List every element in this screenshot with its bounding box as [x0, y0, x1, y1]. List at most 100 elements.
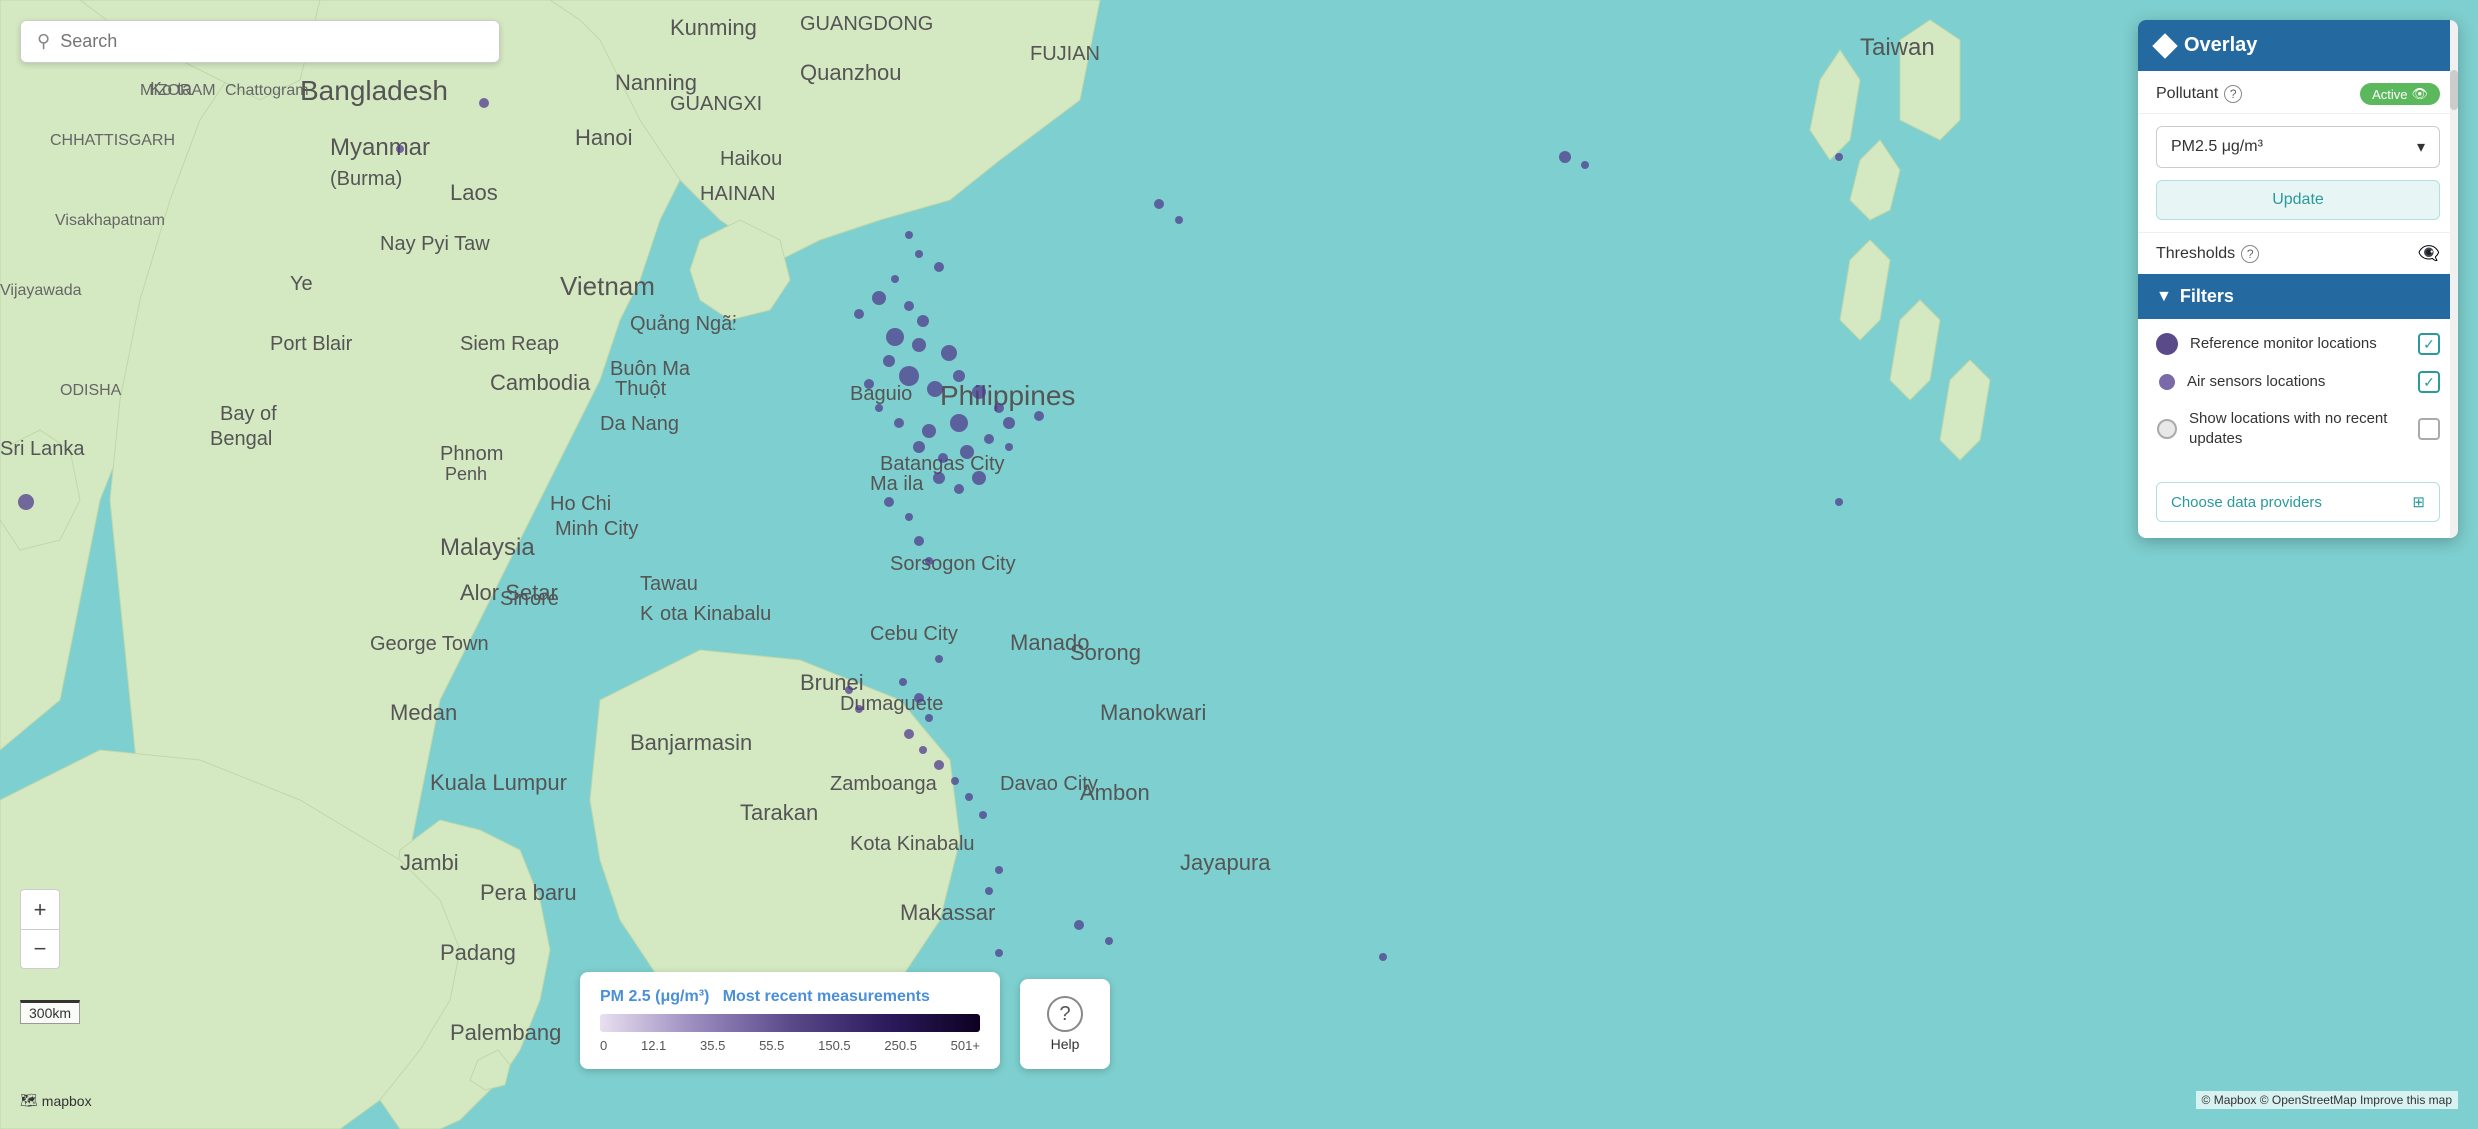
svg-text:Phnom: Phnom [440, 443, 503, 465]
svg-text:Vietnam: Vietnam [560, 271, 655, 301]
pollutant-help-icon[interactable]: ? [2224, 85, 2242, 103]
choose-providers-icon: ⊞ [2412, 493, 2425, 511]
overlay-title: Overlay [2184, 34, 2257, 57]
svg-text:Tarakan: Tarakan [740, 800, 818, 825]
svg-text:Nay Pyi Taw: Nay Pyi Taw [380, 233, 490, 255]
svg-text:Sri Lanka: Sri Lanka [0, 438, 85, 460]
legend-val-6: 501+ [951, 1038, 980, 1053]
svg-text:Jayapura: Jayapura [1180, 850, 1271, 875]
zoom-out-button[interactable]: − [20, 929, 60, 969]
svg-text:Baguio: Baguio [850, 383, 912, 405]
help-button[interactable]: ? Help [1020, 979, 1110, 1069]
svg-text:Siem Reap: Siem Reap [460, 333, 559, 355]
scroll-thumb [2450, 70, 2458, 110]
air-sensors-checkbox[interactable]: ✓ [2418, 371, 2440, 393]
filter-air-sensors-label: Air sensors locations [2187, 372, 2406, 392]
dropdown-arrow-icon: ▾ [2417, 137, 2425, 157]
active-badge-label: Active [2372, 87, 2407, 102]
svg-text:Quanzhou: Quanzhou [800, 60, 902, 85]
filter-reference-monitor-label: Reference monitor locations [2190, 334, 2406, 354]
svg-text:Kota Kinabalu: Kota Kinabalu [640, 603, 771, 625]
svg-text:Malaysia: Malaysia [440, 534, 535, 561]
pm25-dropdown[interactable]: PM2.5 μg/m³ ▾ [2156, 126, 2440, 168]
svg-text:Minh City: Minh City [555, 518, 638, 540]
help-circle-icon: ? [1047, 996, 1083, 1032]
svg-text:Sea: Sea [1180, 245, 1230, 276]
svg-text:CHHATTISGARH: CHHATTISGARH [50, 132, 175, 149]
svg-text:Pera baru: Pera baru [480, 880, 577, 905]
svg-text:ore: ore [530, 588, 559, 610]
svg-text:George Town: George Town [370, 633, 489, 655]
legend-val-0: 0 [600, 1038, 607, 1053]
svg-text:Nanning: Nanning [615, 70, 697, 95]
active-badge: Active 👁 [2360, 83, 2440, 105]
map[interactable]: Bangladesh Myanmar (Burma) Laos Vietnam … [0, 0, 2478, 1129]
svg-text:Batangas City: Batangas City [880, 453, 1005, 475]
search-icon: ⚲ [37, 31, 50, 52]
thresholds-eye-icon[interactable]: 👁‍🗨 [2418, 243, 2440, 264]
choose-providers-button[interactable]: Choose data providers ⊞ [2156, 482, 2440, 522]
svg-text:Zamboanga: Zamboanga [830, 773, 938, 795]
search-input[interactable] [60, 31, 483, 52]
zoom-in-button[interactable]: + [20, 889, 60, 929]
svg-text:Bengal: Bengal [210, 428, 272, 450]
overlay-diamond-icon [2152, 33, 2177, 58]
svg-text:GUANGXI: GUANGXI [670, 93, 762, 115]
svg-text:Buôn Ma: Buôn Ma [610, 358, 691, 380]
pm25-selected-value: PM2.5 μg/m³ [2171, 138, 2263, 156]
svg-text:HAINAN: HAINAN [700, 183, 776, 205]
legend-val-3: 55.5 [759, 1038, 784, 1053]
svg-text:ODISHA: ODISHA [60, 382, 122, 399]
legend: PM 2.5 (μg/m³) Most recent measurements … [580, 972, 1000, 1069]
svg-text:GUANGDONG: GUANGDONG [800, 13, 933, 35]
svg-text:Sea: Sea [745, 385, 795, 416]
zoom-controls: + − [20, 889, 60, 969]
svg-text:Dumaguete: Dumaguete [840, 693, 943, 715]
svg-text:Ko ta: Ko ta [150, 79, 193, 99]
svg-text:Sorong: Sorong [1070, 640, 1141, 665]
svg-text:Myanmar: Myanmar [330, 134, 430, 161]
svg-text:Bangladesh: Bangladesh [300, 75, 448, 106]
choose-providers-label: Choose data providers [2171, 494, 2322, 511]
legend-labels: 0 12.1 35.5 55.5 150.5 250.5 501+ [600, 1038, 980, 1053]
scale-bar: 300km [20, 1000, 80, 1024]
panel-scrollbar[interactable] [2450, 20, 2458, 538]
reference-monitor-dot [2156, 333, 2178, 355]
svg-text:Philippines: Philippines [940, 380, 1075, 411]
svg-text:FUJIAN: FUJIAN [1030, 43, 1100, 65]
svg-text:Bay of: Bay of [220, 403, 277, 425]
svg-text:Palembang: Palembang [450, 1020, 561, 1045]
pollutant-row: Pollutant ? Active 👁 [2138, 71, 2458, 114]
svg-text:Taiwan: Taiwan [1860, 34, 1935, 61]
svg-text:ine: ine [1180, 206, 1223, 242]
svg-text:Hanoi: Hanoi [575, 125, 632, 150]
svg-text:Ma ila: Ma ila [870, 473, 924, 495]
active-eye-icon: 👁 [2411, 86, 2428, 102]
reference-monitor-checkbox[interactable]: ✓ [2418, 333, 2440, 355]
svg-text:Medan: Medan [390, 700, 457, 725]
legend-val-4: 150.5 [818, 1038, 851, 1053]
svg-text:Banjarmasin: Banjarmasin [630, 730, 752, 755]
svg-text:China: China [730, 350, 803, 381]
attribution[interactable]: © Mapbox © OpenStreetMap Improve this ma… [2196, 1091, 2458, 1109]
svg-text:Penh: Penh [445, 464, 487, 484]
svg-text:Cebu City: Cebu City [870, 623, 958, 645]
mapbox-logo: 🗺 mapbox [20, 1092, 92, 1109]
filter-reference-monitor: Reference monitor locations ✓ [2156, 333, 2440, 355]
svg-text:Sin: Sin [500, 588, 529, 610]
filter-no-recent-label: Show locations with no recent updates [2189, 409, 2406, 448]
filter-no-recent: Show locations with no recent updates [2156, 409, 2440, 448]
overlay-header: Overlay [2138, 20, 2458, 71]
no-recent-checkbox[interactable] [2418, 418, 2440, 440]
svg-text:Visakhapatnam: Visakhapatnam [55, 212, 165, 229]
svg-text:Makassar: Makassar [900, 900, 995, 925]
thresholds-row: Thresholds ? 👁‍🗨 [2138, 232, 2458, 274]
help-label: Help [1051, 1036, 1080, 1052]
thresholds-help-icon[interactable]: ? [2241, 245, 2259, 263]
svg-text:Philipp: Philipp [1180, 171, 1276, 207]
svg-text:Kota Kinabalu: Kota Kinabalu [850, 833, 975, 855]
legend-val-5: 250.5 [884, 1038, 917, 1053]
legend-val-2: 35.5 [700, 1038, 725, 1053]
update-button[interactable]: Update [2156, 180, 2440, 220]
svg-text:Jambi: Jambi [400, 850, 459, 875]
